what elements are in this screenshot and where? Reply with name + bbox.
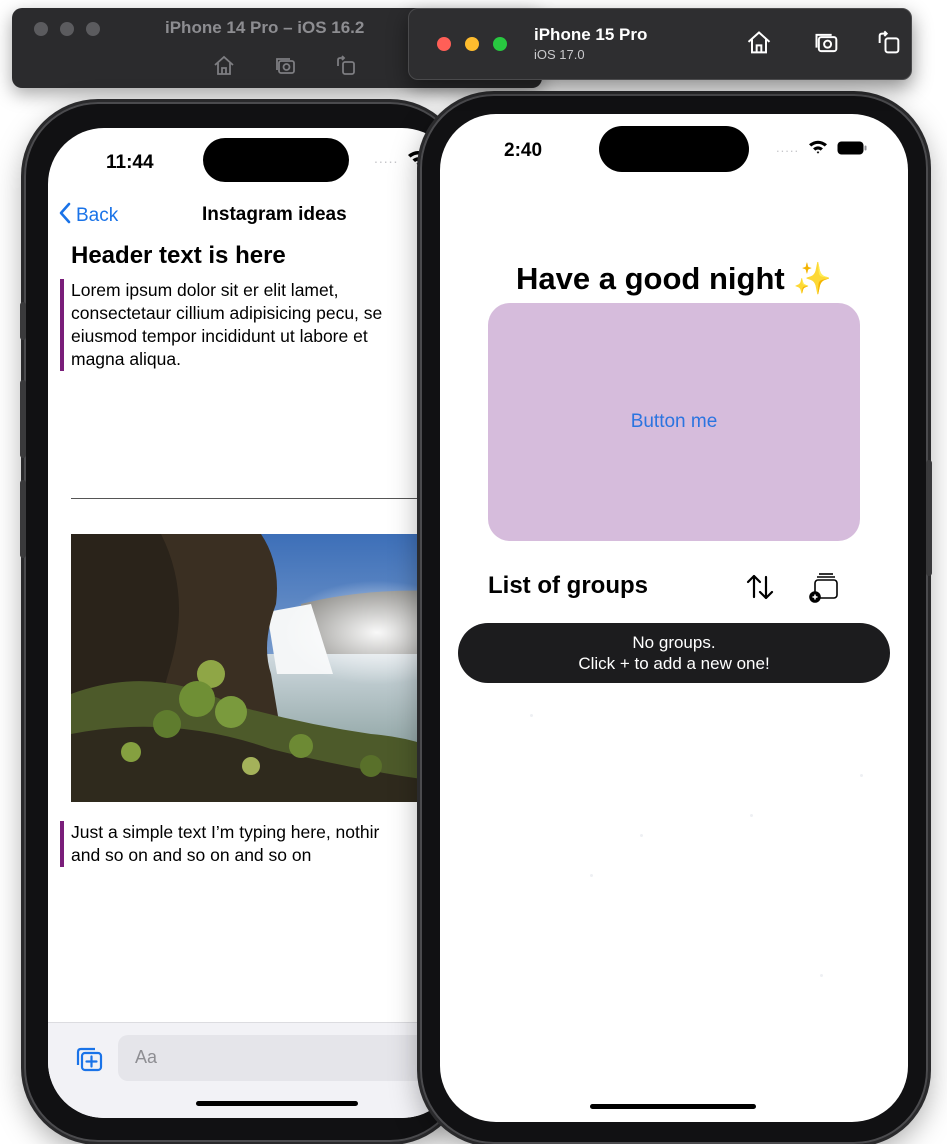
zoom-button-inactive[interactable] (86, 22, 100, 36)
sort-icon[interactable] (742, 569, 778, 605)
divider-line (71, 498, 451, 499)
quote-line: Lorem ipsum dolor sit er elit lamet, (71, 280, 339, 300)
left-phone-screen: 11:44 ..... Back Instagram ideas Header … (48, 128, 458, 1118)
home-indicator (590, 1104, 756, 1109)
dynamic-island (599, 126, 749, 172)
minimize-button[interactable] (465, 37, 479, 51)
wifi-icon (807, 138, 829, 156)
quote-line: and so on and so on and so on (71, 845, 312, 865)
second-quote-block: Just a simple text I’m typing here, noth… (60, 821, 379, 867)
chevron-left-icon (58, 202, 72, 230)
add-group-icon[interactable] (806, 568, 842, 604)
back-button[interactable]: Back (58, 202, 118, 230)
close-button[interactable] (437, 37, 451, 51)
minimize-button-inactive[interactable] (60, 22, 74, 36)
simulator-title: iPhone 14 Pro – iOS 16.2 (165, 18, 365, 37)
empty-groups-message: No groups. Click + to add a new one! (458, 623, 890, 683)
rotate-icon[interactable] (334, 54, 358, 78)
volume-up-button (20, 380, 26, 458)
iphone-14-pro-device: 11:44 ..... Back Instagram ideas Header … (20, 102, 464, 1142)
quote-line: Just a simple text I’m typing here, noth… (71, 822, 380, 842)
button-me[interactable]: Button me (488, 303, 860, 541)
close-button-inactive[interactable] (34, 22, 48, 36)
quote-line: eiusmod tempor incididunt ut labore et (71, 326, 368, 346)
nav-title: Instagram ideas (202, 204, 347, 225)
iphone-15-pro-device: 2:40 ..... Have a good night ✨ Button me… (420, 94, 932, 1144)
waterfall-photo (71, 534, 458, 802)
signal-dots-icon: ..... (776, 140, 800, 155)
simulator-subtitle: iOS 17.0 (534, 47, 585, 62)
simulator-titlebar-front: iPhone 15 Pro iOS 17.0 (408, 8, 912, 80)
quote-line: magna aliqua. (71, 349, 181, 369)
status-time: 2:40 (504, 140, 543, 161)
home-indicator (196, 1101, 358, 1106)
message-input[interactable]: Aa (118, 1035, 448, 1081)
action-button (20, 302, 26, 340)
quote-block: Lorem ipsum dolor sit er elit lamet, con… (60, 279, 382, 371)
home-icon[interactable] (745, 29, 773, 57)
status-time: 11:44 (106, 152, 154, 173)
zoom-button[interactable] (493, 37, 507, 51)
add-media-icon[interactable] (74, 1045, 104, 1073)
article-header: Header text is here (71, 242, 286, 269)
home-icon[interactable] (212, 54, 236, 78)
screenshot-icon[interactable] (813, 29, 841, 57)
empty-line: No groups. (632, 633, 716, 652)
greeting-title: Have a good night ✨ (516, 261, 832, 296)
screenshot-icon[interactable] (274, 54, 298, 78)
compose-bar: Aa (48, 1022, 458, 1118)
right-phone-screen: 2:40 ..... Have a good night ✨ Button me… (440, 114, 908, 1122)
volume-down-button (20, 480, 26, 558)
signal-dots-icon: ..... (374, 150, 399, 166)
back-label: Back (76, 205, 119, 226)
rotate-icon[interactable] (875, 29, 903, 57)
power-button (926, 460, 932, 576)
dynamic-island (203, 138, 349, 182)
empty-line: Click + to add a new one! (578, 654, 770, 673)
list-title: List of groups (488, 572, 648, 599)
simulator-title: iPhone 15 Pro (534, 25, 648, 44)
quote-line: consectetaur cillium adipisicing pecu, s… (71, 303, 383, 323)
battery-icon (837, 141, 867, 155)
button-me-label: Button me (630, 411, 718, 432)
